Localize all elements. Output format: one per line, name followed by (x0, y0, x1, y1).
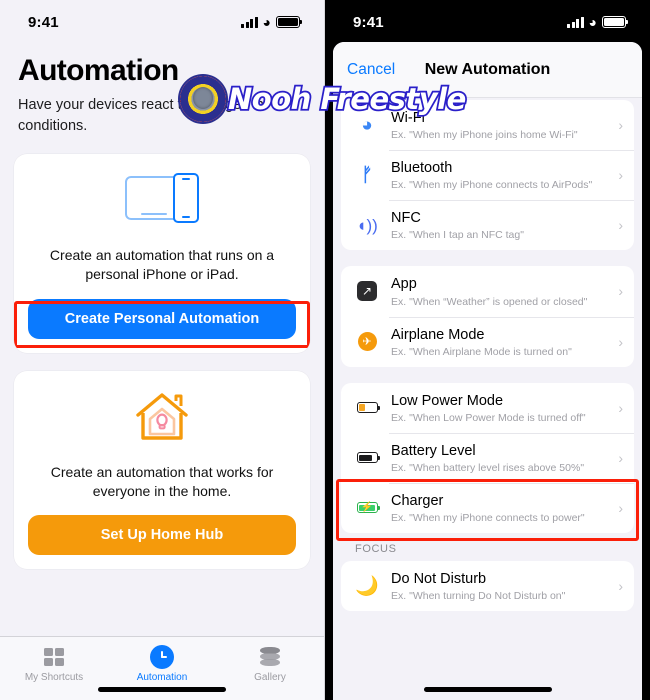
row-title: Bluetooth (391, 160, 453, 177)
home-indicator (98, 687, 226, 692)
row-title: Airplane Mode (391, 326, 485, 343)
create-personal-automation-button[interactable]: Create Personal Automation (28, 298, 296, 339)
tab-gallery[interactable]: Gallery (216, 644, 324, 683)
modal-navbar: Cancel New Automation (333, 42, 642, 98)
row-subtitle: Ex. "When Low Power Mode is turned off" (391, 411, 586, 424)
tab-my-shortcuts-label: My Shortcuts (24, 672, 84, 683)
page-subtitle: Have your devices react to changes in co… (18, 97, 264, 134)
tab-automation-label: Automation (136, 672, 188, 683)
status-bar: 9:41 ◕ (0, 0, 324, 44)
row-title: Charger (391, 492, 444, 509)
row-subtitle: Ex. "When my iPhone connects to AirPods" (391, 179, 593, 192)
nfc-icon: ◖)) (356, 215, 378, 235)
trigger-group-apps: ↗ App Ex. "When “Weather” is opened or c… (341, 266, 634, 367)
grid-icon (0, 644, 108, 670)
home-card-description: Create an automation that works for ever… (50, 463, 274, 500)
row-title: App (391, 276, 417, 293)
trigger-row-low-power-mode[interactable]: Low Power Mode Ex. "When Low Power Mode … (341, 383, 634, 433)
chevron-right-icon: › (618, 449, 623, 466)
wifi-icon: ◕ (588, 13, 597, 30)
chevron-right-icon: › (618, 217, 623, 234)
trigger-row-charger[interactable]: ⚡ Charger Ex. "When my iPhone connects t… (341, 482, 634, 533)
cellular-bars-icon (567, 16, 584, 28)
row-title: NFC (391, 210, 421, 227)
cancel-button[interactable]: Cancel (347, 61, 395, 79)
chevron-right-icon: › (618, 283, 623, 300)
personal-card-description: Create an automation that runs on a pers… (49, 247, 275, 283)
chevron-right-icon: › (618, 399, 623, 416)
trigger-row-wifi[interactable]: ◕ Wi-Fi Ex. "When my iPhone joins home W… (341, 100, 634, 150)
wifi-icon: ◕ (361, 114, 373, 136)
row-subtitle: Ex. "When I tap an NFC tag" (391, 229, 524, 242)
trigger-row-app[interactable]: ↗ App Ex. "When “Weather” is opened or c… (341, 266, 634, 316)
row-subtitle: Ex. "When “Weather” is opened or closed" (391, 295, 588, 308)
tab-automation[interactable]: Automation (108, 644, 216, 683)
home-automation-card: Create an automation that works for ever… (14, 370, 310, 570)
row-subtitle: Ex. "When turning Do Not Disturb on" (391, 590, 566, 603)
cellular-bars-icon (241, 16, 258, 28)
row-title: Battery Level (391, 442, 476, 459)
trigger-row-do-not-disturb[interactable]: 🌙 Do Not Disturb Ex. "When turning Do No… (341, 561, 634, 611)
home-indicator (423, 687, 552, 692)
home-house-icon (14, 371, 310, 463)
left-phone-screen: 9:41 ◕ Automation Have your devices reac… (0, 0, 325, 700)
devices-ipad-iphone-icon (14, 154, 310, 246)
trigger-row-battery-level[interactable]: Battery Level Ex. "When battery level ri… (341, 432, 634, 483)
tab-gallery-label: Gallery (254, 672, 286, 683)
trigger-row-bluetooth[interactable]: ᚠ Bluetooth Ex. "When my iPhone connects… (341, 150, 634, 200)
status-indicators: ◕ (567, 13, 628, 30)
row-subtitle: Ex. "When Airplane Mode is turned on" (391, 345, 572, 358)
trigger-group-focus: 🌙 Do Not Disturb Ex. "When turning Do No… (341, 561, 634, 612)
row-subtitle: Ex. "When battery level rises above 50%" (391, 461, 585, 474)
airplane-mode-icon: ✈ (354, 332, 380, 352)
moon-icon: 🌙 (355, 575, 379, 597)
tab-my-shortcuts[interactable]: My Shortcuts (0, 644, 108, 683)
status-time: 9:41 (28, 13, 59, 31)
status-indicators: ◕ (241, 13, 302, 30)
chevron-right-icon: › (618, 578, 623, 595)
trigger-row-airplane-mode[interactable]: ✈ Airplane Mode Ex. "When Airplane Mode … (341, 316, 634, 367)
trigger-list: ◕ Wi-Fi Ex. "When my iPhone joins home W… (333, 98, 642, 700)
dual-screenshot: 9:41 ◕ Automation Have your devices reac… (0, 0, 650, 700)
row-subtitle: Ex. "When my iPhone joins home Wi-Fi" (391, 129, 578, 142)
personal-automation-card: Create an automation that runs on a pers… (14, 154, 310, 353)
app-icon: ↗ (354, 281, 380, 302)
chevron-right-icon: › (618, 117, 623, 134)
row-title: Do Not Disturb (391, 571, 487, 587)
right-phone-screen: 9:41 ◕ Cancel New Automation ◕ Wi-Fi Ex.… (325, 0, 650, 700)
house-svg (136, 393, 188, 440)
chevron-right-icon: › (618, 333, 623, 350)
page-header: Automation Have your devices react to ch… (0, 44, 324, 136)
status-bar-modal: 9:41 ◕ (325, 0, 650, 44)
battery-low-power-icon (354, 402, 380, 414)
trigger-group-power: Low Power Mode Ex. "When Low Power Mode … (341, 382, 634, 533)
status-time: 9:41 (353, 13, 384, 31)
page-title: Automation (18, 54, 179, 87)
row-title: Low Power Mode (391, 392, 504, 409)
trigger-row-nfc[interactable]: ◖)) NFC Ex. "When I tap an NFC tag" › (341, 200, 634, 250)
charger-icon: ⚡ (354, 502, 380, 514)
row-subtitle: Ex. "When my iPhone connects to power" (391, 512, 585, 524)
chevron-right-icon: › (618, 167, 623, 184)
set-up-home-hub-button[interactable]: Set Up Home Hub (28, 515, 296, 556)
wifi-icon: ◕ (262, 13, 271, 30)
trigger-group-connectivity: ◕ Wi-Fi Ex. "When my iPhone joins home W… (341, 100, 634, 251)
chevron-right-icon: › (618, 499, 623, 516)
row-title: Wi-Fi (391, 110, 425, 126)
battery-level-icon (354, 452, 380, 464)
battery-icon (602, 16, 628, 28)
bluetooth-icon: ᚠ (361, 164, 373, 186)
section-header-focus: FOCUS (355, 543, 397, 555)
layers-icon (216, 644, 324, 670)
clock-icon (108, 644, 216, 670)
battery-icon (276, 16, 302, 28)
automation-cards: Create an automation that runs on a pers… (0, 136, 324, 636)
new-automation-sheet: Cancel New Automation ◕ Wi-Fi Ex. "When … (333, 42, 642, 700)
